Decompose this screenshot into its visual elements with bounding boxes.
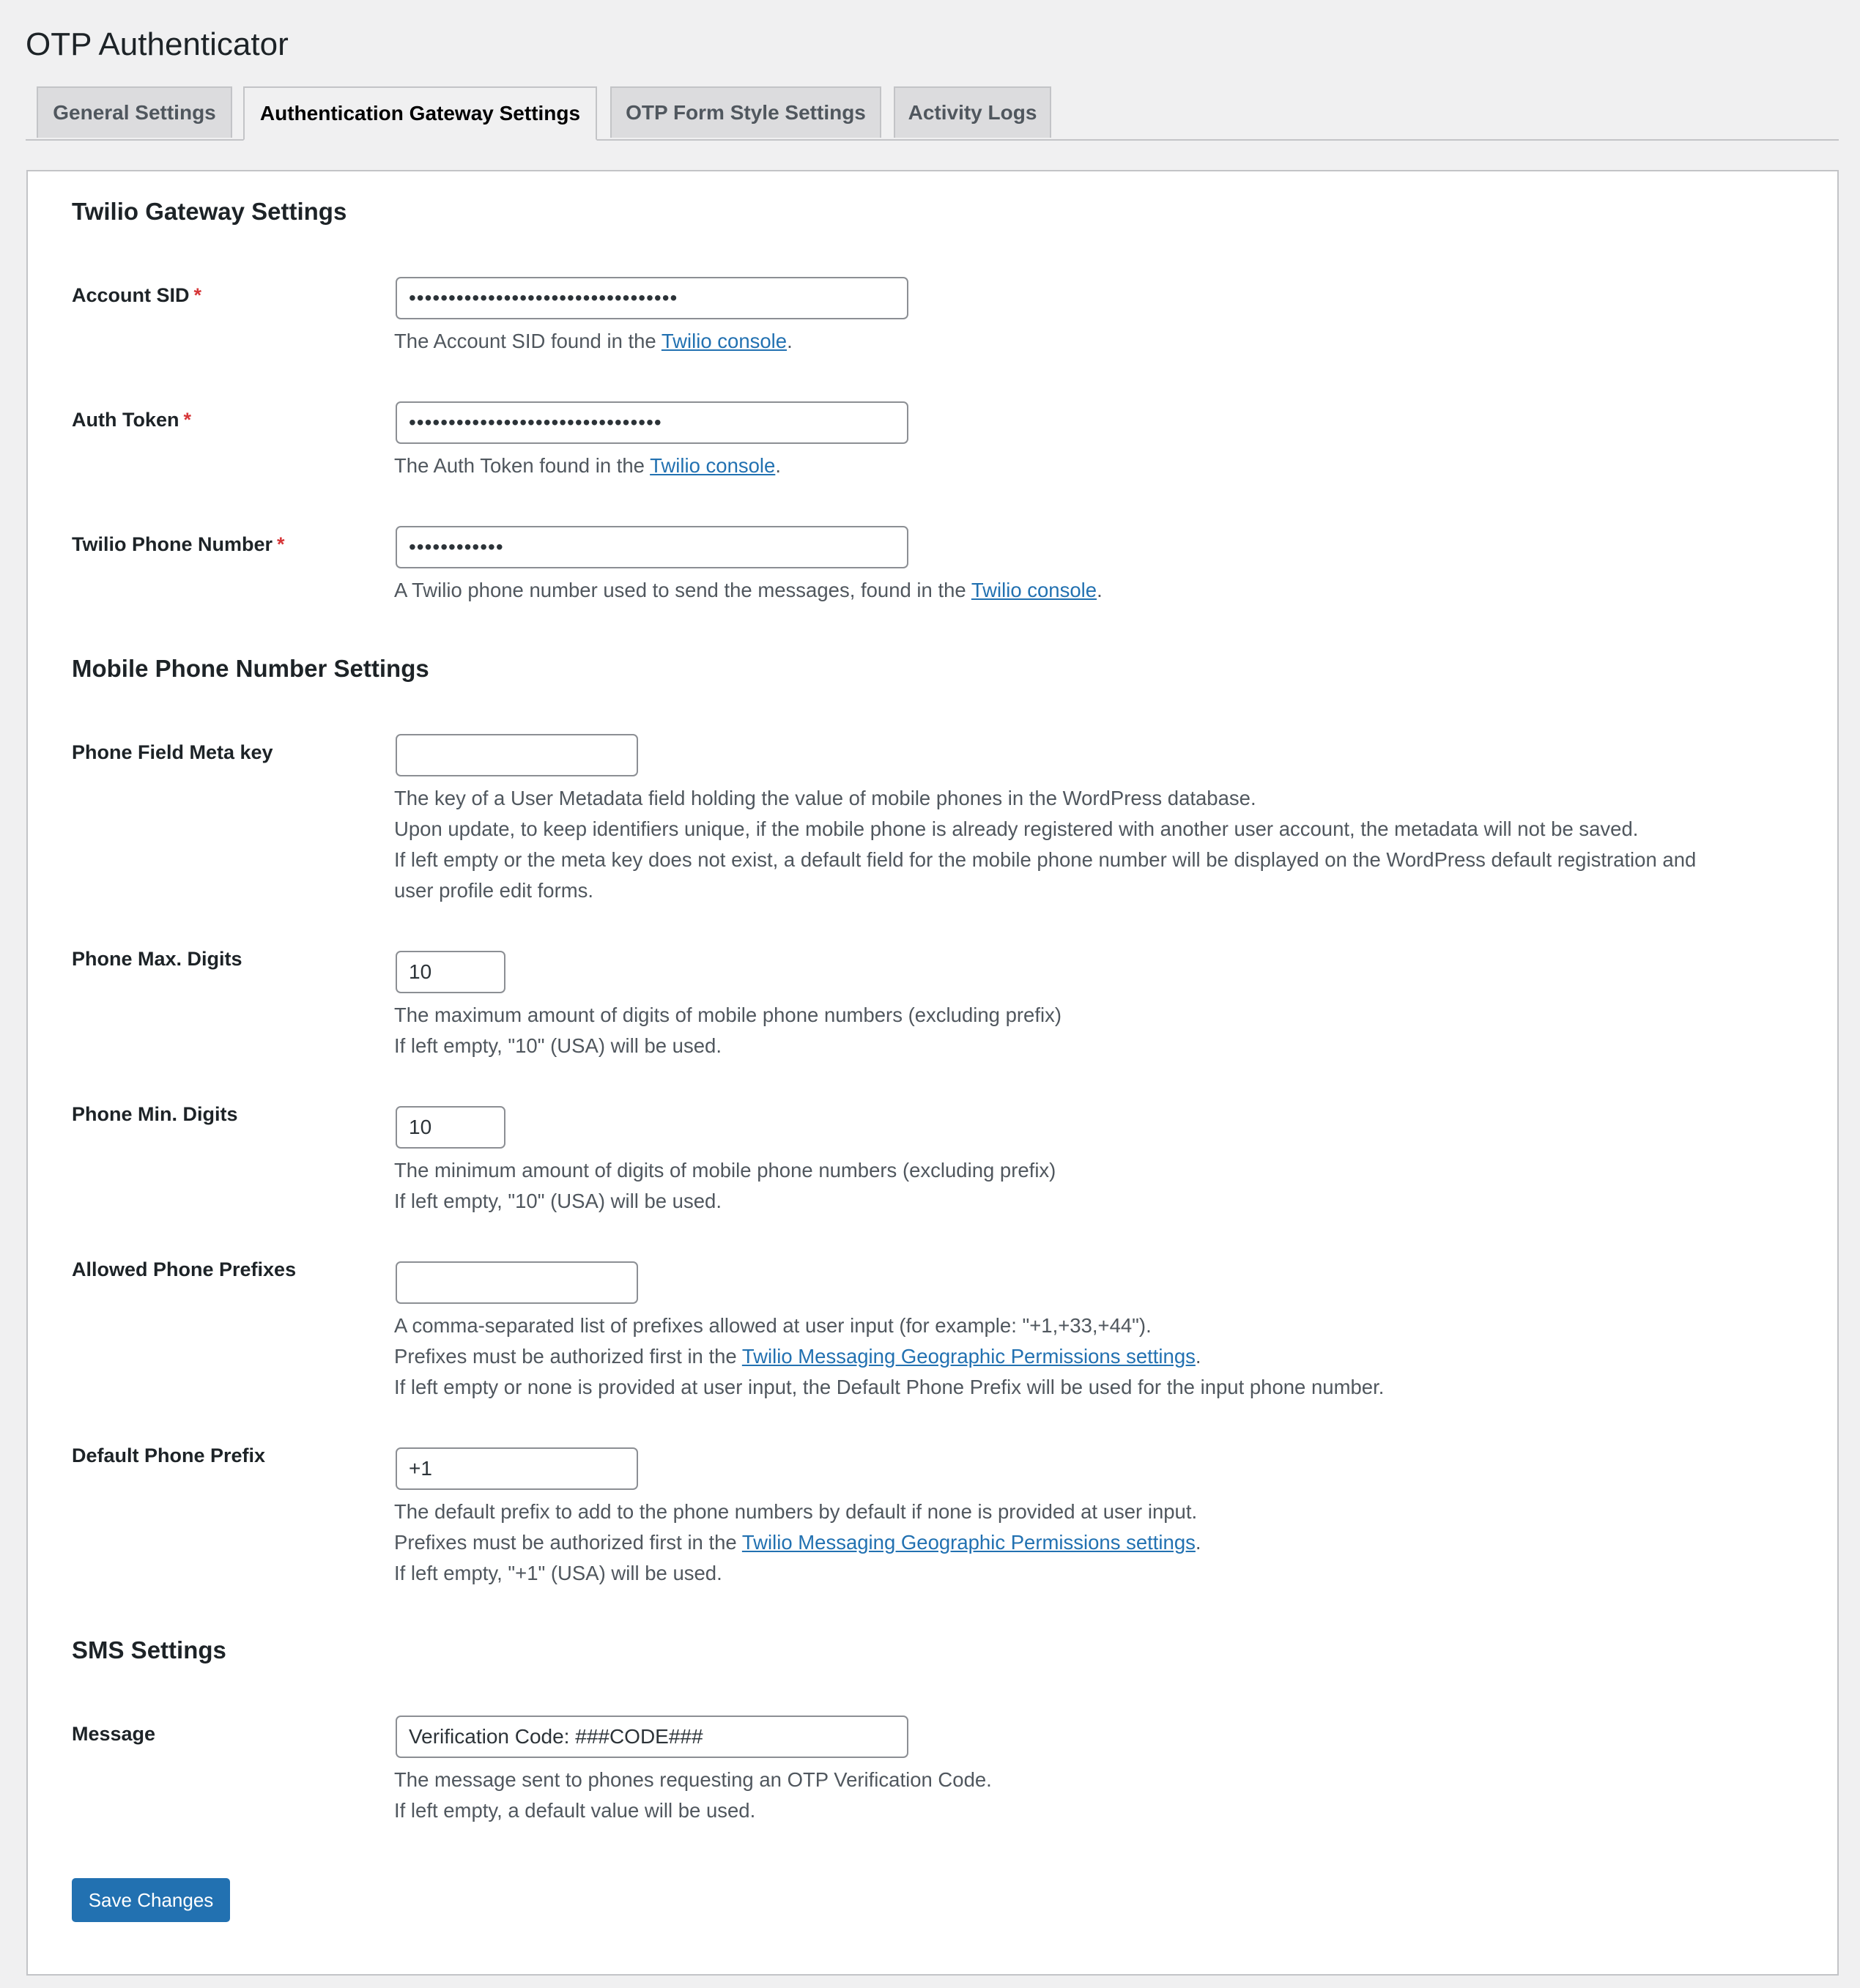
hint-line: If left empty, "10" (USA) will be used.: [394, 1190, 722, 1212]
hint-text: Prefixes must be authorized first in the: [394, 1531, 742, 1554]
phone-min-digits-input[interactable]: [396, 1106, 505, 1149]
required-marker: *: [277, 533, 285, 555]
hint-line: Prefixes must be authorized first in the…: [394, 1527, 1201, 1558]
tab-general-settings[interactable]: General Settings: [37, 86, 232, 138]
twilio-phone-number-label: Twilio Phone Number *: [72, 533, 285, 556]
hint-line: A comma-separated list of prefixes allow…: [394, 1314, 1152, 1337]
hint-line: If left empty, a default value will be u…: [394, 1799, 756, 1822]
twilio-console-link[interactable]: Twilio console: [971, 579, 1097, 601]
message-hint: The message sent to phones requesting an…: [394, 1765, 992, 1826]
allowed-prefixes-label: Allowed Phone Prefixes: [72, 1258, 297, 1280]
hint-line: The message sent to phones requesting an…: [394, 1768, 992, 1791]
phone-meta-key-label: Phone Field Meta key: [72, 741, 273, 763]
phone-max-digits-hint: The maximum amount of digits of mobile p…: [394, 1000, 1061, 1061]
hint-line: The maximum amount of digits of mobile p…: [394, 1004, 1061, 1026]
hint-text: .: [1195, 1531, 1201, 1554]
phone-meta-key-hint: The key of a User Metadata field holding…: [394, 783, 1696, 906]
hint-line: The default prefix to add to the phone n…: [394, 1500, 1198, 1523]
twilio-phone-number-label-text: Twilio Phone Number: [72, 533, 273, 555]
phone-meta-key-input[interactable]: [396, 734, 638, 776]
hint-text: The Auth Token found in the: [394, 454, 651, 477]
required-marker: *: [193, 284, 202, 306]
section-title-twilio: Twilio Gateway Settings: [72, 198, 347, 225]
allowed-prefixes-input[interactable]: [396, 1261, 638, 1304]
section-title-sms: SMS Settings: [72, 1636, 226, 1664]
twilio-console-link[interactable]: Twilio console: [662, 330, 787, 352]
message-input[interactable]: [396, 1716, 908, 1758]
hint-line: The minimum amount of digits of mobile p…: [394, 1159, 1056, 1182]
hint-line: Prefixes must be authorized first in the…: [394, 1341, 1384, 1372]
hint-text: .: [1195, 1345, 1201, 1368]
hint-line: user profile edit forms.: [394, 879, 594, 902]
auth-token-hint: The Auth Token found in the Twilio conso…: [394, 450, 781, 481]
section-title-mobile: Mobile Phone Number Settings: [72, 655, 429, 682]
account-sid-label-text: Account SID: [72, 284, 190, 306]
twilio-console-link[interactable]: Twilio console: [650, 454, 775, 477]
account-sid-hint: The Account SID found in the Twilio cons…: [394, 326, 793, 357]
default-prefix-input[interactable]: [396, 1447, 638, 1490]
twilio-phone-number-hint: A Twilio phone number used to send the m…: [394, 575, 1103, 606]
phone-min-digits-hint: The minimum amount of digits of mobile p…: [394, 1155, 1056, 1217]
hint-text: A Twilio phone number used to send the m…: [394, 579, 971, 601]
required-marker: *: [183, 409, 191, 431]
tab-activity-logs[interactable]: Activity Logs: [894, 86, 1051, 138]
hint-text: .: [775, 454, 781, 477]
hint-text: .: [787, 330, 793, 352]
hint-line: If left empty, "+1" (USA) will be used.: [394, 1562, 722, 1584]
tab-otp-form-style-settings[interactable]: OTP Form Style Settings: [610, 86, 881, 138]
account-sid-label: Account SID *: [72, 284, 201, 307]
hint-text: The Account SID found in the: [394, 330, 662, 352]
message-label: Message: [72, 1723, 156, 1745]
save-changes-button[interactable]: Save Changes: [72, 1878, 230, 1922]
settings-tabs: General Settings Authentication Gateway …: [26, 86, 1839, 141]
tab-authentication-gateway-settings[interactable]: Authentication Gateway Settings: [243, 86, 597, 141]
default-prefix-label: Default Phone Prefix: [72, 1444, 266, 1466]
twilio-geo-permissions-link[interactable]: Twilio Messaging Geographic Permissions …: [742, 1345, 1196, 1368]
phone-max-digits-label: Phone Max. Digits: [72, 948, 242, 970]
auth-token-input[interactable]: [396, 401, 908, 444]
allowed-prefixes-hint: A comma-separated list of prefixes allow…: [394, 1310, 1384, 1403]
auth-token-label: Auth Token *: [72, 409, 191, 431]
page-title: OTP Authenticator: [26, 26, 289, 62]
hint-line: If left empty or the meta key does not e…: [394, 848, 1697, 871]
hint-line: The key of a User Metadata field holding…: [394, 787, 1256, 809]
hint-line: If left empty, "10" (USA) will be used.: [394, 1034, 722, 1057]
account-sid-input[interactable]: [396, 277, 908, 319]
hint-text: Prefixes must be authorized first in the: [394, 1345, 742, 1368]
hint-line: Upon update, to keep identifiers unique,…: [394, 817, 1639, 840]
hint-line: If left empty or none is provided at use…: [394, 1376, 1385, 1398]
auth-token-label-text: Auth Token: [72, 409, 179, 431]
twilio-phone-number-input[interactable]: [396, 526, 908, 568]
phone-max-digits-input[interactable]: [396, 951, 505, 993]
default-prefix-hint: The default prefix to add to the phone n…: [394, 1496, 1201, 1589]
hint-text: .: [1097, 579, 1103, 601]
phone-min-digits-label: Phone Min. Digits: [72, 1103, 238, 1125]
settings-panel: Twilio Gateway Settings Account SID* The…: [26, 170, 1839, 1976]
twilio-geo-permissions-link[interactable]: Twilio Messaging Geographic Permissions …: [742, 1531, 1196, 1554]
